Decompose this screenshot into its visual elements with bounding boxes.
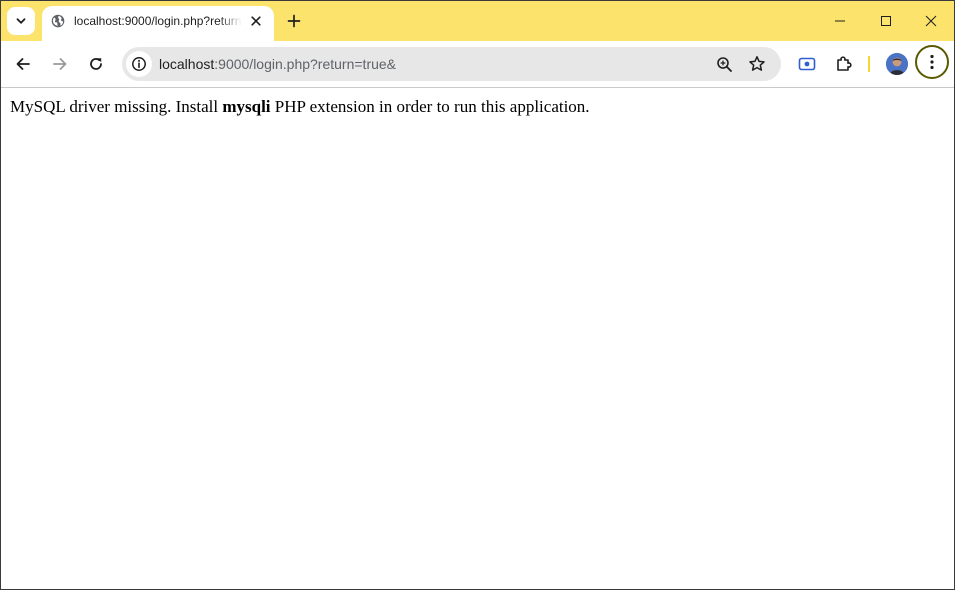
browser-menu-button[interactable]	[915, 45, 949, 79]
cast-icon	[798, 57, 816, 71]
arrow-right-icon	[53, 58, 67, 70]
browser-window: localhost:9000/login.php?return=true&	[0, 0, 955, 590]
forward-button[interactable]	[46, 50, 74, 78]
tab-close-button[interactable]	[248, 13, 264, 29]
error-message: MySQL driver missing. Install mysqli PHP…	[10, 97, 590, 117]
zoom-button[interactable]	[714, 54, 734, 74]
tab-title: localhost:9000/login.php?return=true&	[74, 14, 242, 28]
new-tab-button[interactable]	[282, 9, 306, 33]
page-content: MySQL driver missing. Install mysqli PHP…	[1, 88, 954, 589]
chevron-down-icon	[16, 18, 26, 24]
error-message-text-end: PHP extension in order to run this appli…	[270, 97, 590, 116]
tab-search-button[interactable]	[7, 7, 35, 35]
tab-strip: localhost:9000/login.php?return=true&	[1, 1, 954, 41]
avatar	[886, 53, 908, 75]
arrow-left-icon	[16, 58, 30, 70]
url-text[interactable]: localhost:9000/login.php?return=true&	[159, 56, 396, 72]
url-host: localhost	[159, 56, 215, 72]
profile-avatar[interactable]	[886, 53, 908, 75]
star-icon	[749, 56, 765, 71]
bookmark-button[interactable]	[747, 54, 767, 74]
reload-icon	[90, 58, 102, 70]
kebab-menu-icon	[930, 54, 934, 70]
maximize-button[interactable]	[863, 1, 909, 41]
info-icon	[132, 57, 146, 71]
back-button[interactable]	[9, 50, 37, 78]
extension-button[interactable]	[796, 53, 818, 75]
error-message-text-start: MySQL driver missing. Install	[10, 97, 223, 116]
close-icon	[925, 15, 937, 27]
error-message-extension-name: mysqli	[222, 97, 271, 116]
browser-toolbar: localhost:9000/login.php?return=true&	[1, 41, 954, 88]
address-bar[interactable]: localhost:9000/login.php?return=true&	[122, 47, 781, 81]
puzzle-icon	[837, 56, 852, 71]
zoom-icon	[716, 56, 732, 72]
site-info-button[interactable]	[126, 51, 152, 77]
active-tab[interactable]: localhost:9000/login.php?return=true&	[42, 6, 274, 41]
url-path: :9000/login.php?return=true&	[214, 56, 397, 72]
minimize-icon	[835, 20, 845, 22]
toolbar-divider	[868, 56, 870, 72]
close-icon	[251, 16, 261, 26]
maximize-icon	[881, 16, 891, 26]
plus-icon	[287, 14, 301, 28]
globe-icon	[51, 14, 65, 28]
minimize-button[interactable]	[817, 1, 863, 41]
extensions-menu-button[interactable]	[833, 53, 855, 75]
close-window-button[interactable]	[908, 1, 954, 41]
reload-button[interactable]	[82, 50, 110, 78]
